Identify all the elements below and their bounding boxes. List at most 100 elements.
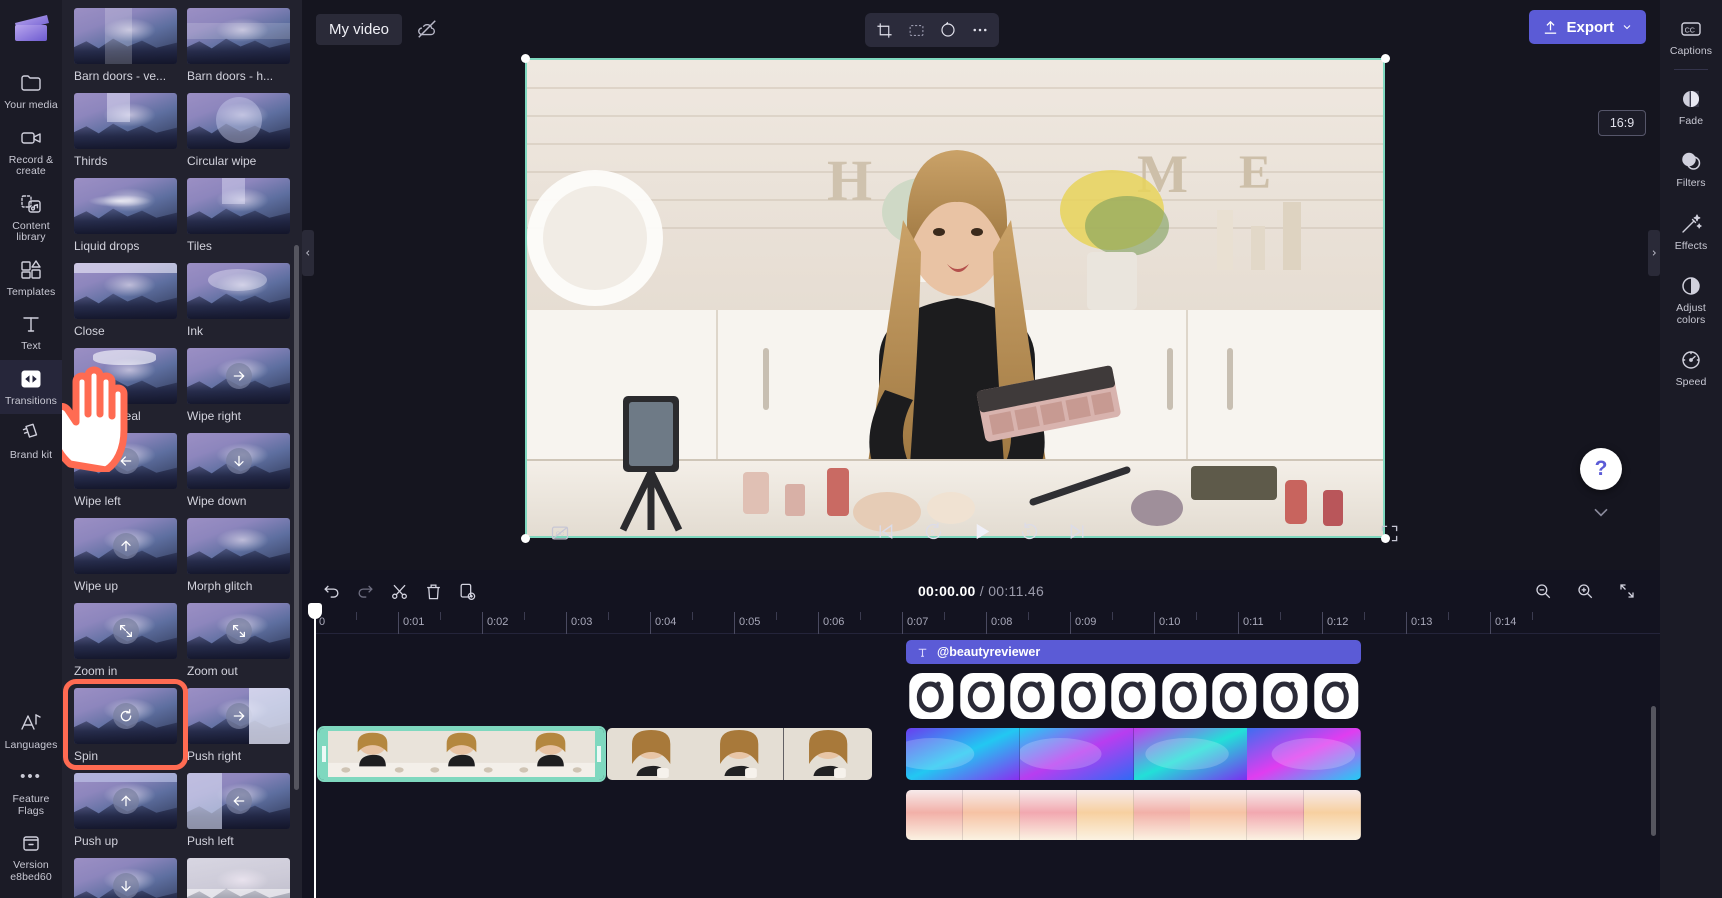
ruler-tick-minor (944, 612, 945, 620)
video-clip-2[interactable] (607, 728, 872, 780)
svg-text:H: H (827, 148, 872, 213)
export-button[interactable]: Export (1529, 10, 1646, 44)
filmstrip-frame (1311, 672, 1362, 720)
transition-thumbnail (74, 433, 177, 489)
resize-handle-br[interactable] (1381, 534, 1390, 543)
resize-handle-tl[interactable] (521, 54, 530, 63)
overlay-clip[interactable] (906, 728, 1361, 780)
transition-tile-push-right[interactable]: Push right (187, 688, 290, 763)
panel-scrollbar[interactable] (294, 245, 299, 790)
filmstrip-frame (607, 728, 696, 780)
transition-tile-wipe-up[interactable]: Wipe up (74, 518, 177, 593)
filmstrip (328, 731, 595, 777)
right-panel-item-filters[interactable]: Filters (1660, 134, 1722, 197)
trim-handle-left[interactable] (322, 746, 326, 762)
sidebar-item-text[interactable]: Text (0, 305, 62, 360)
skip-start-icon[interactable] (872, 518, 898, 544)
sticker-clip[interactable] (906, 672, 1361, 720)
sidebar-item-record-create[interactable]: Record & create (0, 119, 62, 185)
transition-tile-thirds[interactable]: Thirds (74, 93, 177, 168)
captions-off-icon[interactable]: CC (547, 520, 573, 546)
transition-label: Tiles (187, 239, 212, 253)
more-icon[interactable] (965, 16, 995, 44)
right-panel-item-adjust-colors[interactable]: Adjust colors (1660, 259, 1722, 333)
resize-handle-bl[interactable] (521, 534, 530, 543)
transition-tile-barn-doors-ve[interactable]: Barn doors - ve... (74, 8, 177, 83)
transition-tile-glitch-reveal[interactable]: Glitch reveal (74, 348, 177, 423)
sidebar-item-brand-kit[interactable]: Brand kit (0, 414, 62, 469)
zoom-in-icon[interactable] (1570, 577, 1600, 605)
rotate-icon[interactable] (933, 16, 963, 44)
skip-end-icon[interactable] (1064, 518, 1090, 544)
transition-thumbnail (74, 178, 177, 234)
cloud-off-icon[interactable] (414, 16, 440, 42)
transition-tile-wipe-right[interactable]: Wipe right (187, 348, 290, 423)
transitions-scroll-area[interactable]: Barn doors - ve... Barn doors - h... Third… (62, 0, 302, 898)
transition-tile-circular-wipe[interactable]: Circular wipe (187, 93, 290, 168)
sidebar-item-your-media[interactable]: Your media (0, 64, 62, 119)
resize-handle-tr[interactable] (1381, 54, 1390, 63)
right-panel-item-effects[interactable]: Effects (1660, 197, 1722, 260)
transition-tile-push-up[interactable]: Push up (74, 773, 177, 848)
transition-tile-close[interactable]: Close (74, 263, 177, 338)
transition-tile-zoom-out[interactable]: Zoom out (187, 603, 290, 678)
audio-clip[interactable] (906, 790, 1361, 840)
transition-tile-morph-glitch[interactable]: Morph glitch (187, 518, 290, 593)
aspect-ratio-badge[interactable]: 16:9 (1598, 110, 1646, 136)
transition-tile-zoom-in[interactable]: Zoom in (74, 603, 177, 678)
sidebar-item-feature-flags[interactable]: ••• Feature Flags (0, 758, 62, 824)
zoom-out-icon[interactable] (1528, 577, 1558, 605)
sidebar-item-version-e8bed60[interactable]: Version e8bed60 (0, 824, 62, 890)
trim-handle-right[interactable] (597, 746, 601, 762)
filmstrip (906, 672, 1361, 720)
transition-tile-push-left[interactable]: Push left (187, 773, 290, 848)
sidebar-item-content-library[interactable]: Content library (0, 185, 62, 251)
ruler-tick-minor (1028, 612, 1029, 620)
filmstrip (906, 728, 1361, 780)
crop-icon[interactable] (869, 16, 899, 44)
timeline-ruler[interactable]: 0 0:01 0:02 0:03 0:04 0:05 0:06 0:07 0:08 0:09 0:1… (314, 612, 1660, 634)
transition-tile-wipe-down[interactable]: Wipe down (187, 433, 290, 508)
playhead[interactable] (308, 603, 322, 898)
play-button[interactable] (968, 518, 994, 544)
right-panel-item-fade[interactable]: Fade (1660, 72, 1722, 135)
fullscreen-icon[interactable] (1376, 520, 1402, 546)
text-clip[interactable]: @beautyreviewer (906, 640, 1361, 664)
video-clip-1[interactable] (317, 726, 606, 782)
ruler-tick-minor (524, 612, 525, 620)
transition-tile-wipe-left[interactable]: Wipe left (74, 433, 177, 508)
redo-icon[interactable] (350, 577, 380, 605)
right-panel-item-captions[interactable]: CC Captions (1660, 10, 1722, 65)
split-icon[interactable] (384, 577, 414, 605)
rewind-5-icon[interactable]: 5 (920, 518, 946, 544)
help-button[interactable]: ? (1580, 448, 1622, 490)
undo-icon[interactable] (316, 577, 346, 605)
transition-tile-tiles[interactable]: Tiles (187, 178, 290, 253)
timeline-tracks[interactable]: @beautyreviewer (314, 634, 1660, 884)
fit-icon[interactable] (901, 16, 931, 44)
transition-label: Ink (187, 324, 204, 338)
sidebar-item-languages[interactable]: Languages (0, 704, 62, 759)
sidebar-item-transitions[interactable]: Transitions (0, 359, 62, 414)
video-preview[interactable]: H M E (525, 58, 1385, 538)
filmstrip-frame (1190, 790, 1248, 840)
project-title-input[interactable]: My video (316, 13, 403, 45)
collapse-left-panel-button[interactable] (302, 230, 314, 276)
forward-5-icon[interactable]: 5 (1016, 518, 1042, 544)
sidebar-item-label: Transitions (4, 394, 58, 407)
transition-tile-fade-through[interactable]: Fade through ... (187, 858, 290, 898)
ruler-tick: 0:02 (482, 612, 508, 634)
transition-tile-barn-doors-h[interactable]: Barn doors - h... (187, 8, 290, 83)
transition-tile-ink[interactable]: Ink (187, 263, 290, 338)
duplicate-icon[interactable] (452, 577, 482, 605)
transition-tile-liquid-drops[interactable]: Liquid drops (74, 178, 177, 253)
delete-icon[interactable] (418, 577, 448, 605)
transition-tile-spin[interactable]: Spin (74, 688, 177, 763)
right-panel-item-speed[interactable]: Speed (1660, 333, 1722, 396)
sidebar-item-templates[interactable]: Templates (0, 251, 62, 306)
timeline-vertical-scrollbar[interactable] (1651, 706, 1656, 836)
fit-timeline-icon[interactable] (1612, 577, 1642, 605)
clapperboard-logo[interactable] (9, 8, 53, 50)
collapse-right-panel-button[interactable] (1648, 230, 1660, 276)
transition-tile-push-down[interactable]: Push down (74, 858, 177, 898)
